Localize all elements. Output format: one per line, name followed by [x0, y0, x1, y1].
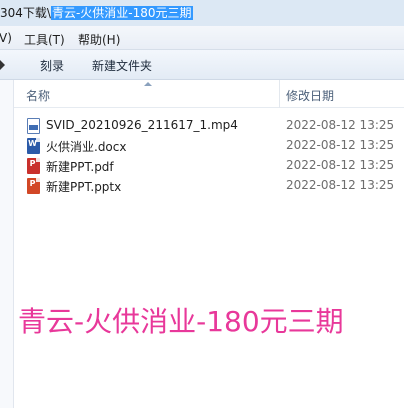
burn-button[interactable]: 刻录 [40, 57, 64, 74]
toolbar-overflow-icon[interactable] [0, 60, 5, 70]
video-file-icon [27, 118, 40, 134]
file-modified-date: 2022-08-12 13:25 [286, 138, 395, 152]
navigation-pane[interactable] [0, 80, 14, 408]
watermark-text: 青云-火供消业-180元三期 [18, 305, 344, 338]
pdf-file-icon: P [27, 158, 40, 174]
file-modified-date: 2022-08-12 13:25 [286, 158, 395, 172]
file-name: 新建PPT.pdf [46, 160, 114, 174]
column-name-header[interactable]: 名称 [26, 87, 50, 104]
path-selected-segment[interactable]: 青云-火供消业-180元三期 [50, 6, 193, 20]
file-modified-date: 2022-08-12 13:25 [286, 178, 395, 192]
file-row[interactable]: SVID_20210926_211617_1.mp4 2022-08-12 13… [14, 116, 404, 136]
new-folder-button[interactable]: 新建文件夹 [92, 57, 152, 74]
menu-tools[interactable]: 工具(T) [24, 31, 65, 48]
toolbar: 刻录 新建文件夹 [0, 50, 404, 80]
address-bar[interactable]: 304下载\青云-火供消业-180元三期 [0, 0, 404, 26]
file-modified-date: 2022-08-12 13:25 [286, 118, 395, 132]
address-path[interactable]: 304下载\青云-火供消业-180元三期 [0, 4, 193, 21]
word-document-icon: W [27, 138, 40, 154]
file-name: 新建PPT.pptx [46, 180, 122, 194]
column-modified-header[interactable]: 修改日期 [286, 87, 334, 104]
column-header: 名称 修改日期 [14, 80, 404, 108]
file-name: SVID_20210926_211617_1.mp4 [46, 118, 238, 132]
column-separator[interactable] [279, 80, 280, 108]
powerpoint-file-icon: P [27, 178, 40, 194]
sort-ascending-icon [144, 82, 152, 86]
menu-view[interactable]: V) [0, 31, 12, 45]
file-name: 火供消业.docx [46, 140, 127, 154]
path-prefix: 304下载\ [0, 6, 51, 20]
menu-bar: V) 工具(T) 帮助(H) [0, 26, 404, 50]
menu-help[interactable]: 帮助(H) [78, 31, 120, 48]
file-row[interactable]: W 火供消业.docx 2022-08-12 13:25 [14, 136, 404, 156]
file-row[interactable]: P 新建PPT.pdf 2022-08-12 13:25 [14, 156, 404, 176]
file-row[interactable]: P 新建PPT.pptx 2022-08-12 13:25 [14, 176, 404, 196]
